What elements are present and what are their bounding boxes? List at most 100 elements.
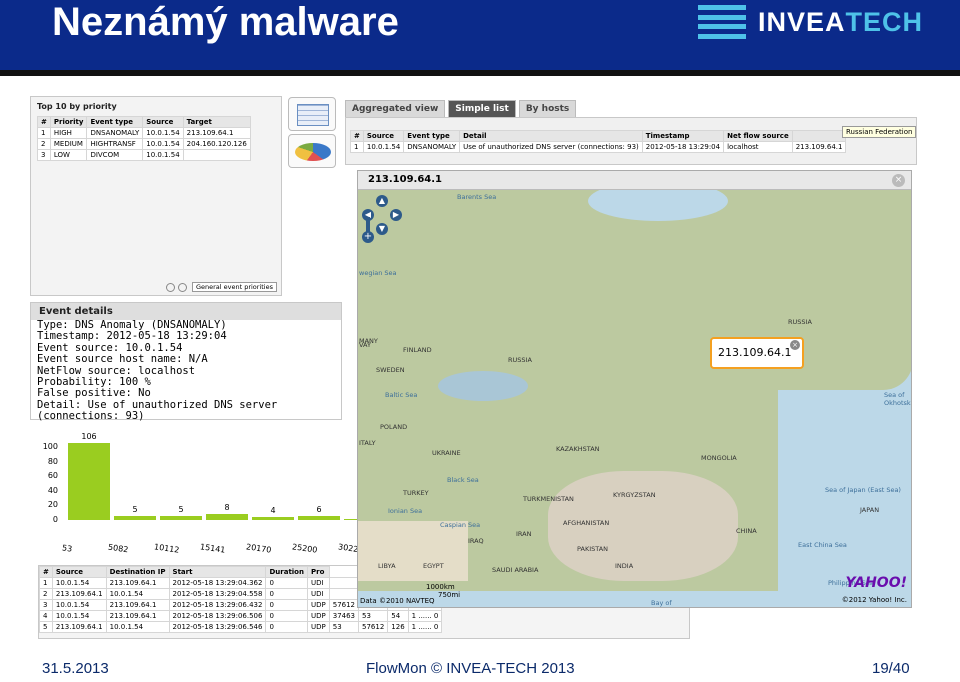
column-header[interactable]: Event type <box>403 130 461 142</box>
map-country-label: SAUDI ARABIA <box>492 566 539 574</box>
table-row[interactable]: 4 10.0.1.54 213.109.64.1 2012-05-18 13:29:0… <box>39 610 443 622</box>
table-cell: 0 <box>265 577 308 589</box>
table-cell: 213.109.64.1 <box>105 577 170 589</box>
column-header[interactable]: Duration <box>265 566 308 578</box>
histogram-bar[interactable] <box>114 516 156 520</box>
table-row[interactable]: 1 HIGH DNSANOMALY 10.0.1.54 213.109.64.1 <box>37 127 251 139</box>
map-country-label: LIBYA <box>378 562 396 570</box>
column-header[interactable]: Source <box>142 116 184 128</box>
column-header[interactable]: # <box>37 116 51 128</box>
column-header[interactable]: Detail <box>459 130 643 142</box>
column-header[interactable]: Source <box>362 130 405 142</box>
map-country-label: UKRAINE <box>432 449 461 457</box>
popup-close-icon[interactable]: × <box>790 340 800 350</box>
spreadsheet-icon <box>297 104 329 126</box>
x-tick-label: 20170 <box>245 542 272 555</box>
map-country-label: JAPAN <box>860 506 880 514</box>
map-country-label: KYRGYZSTAN <box>613 491 656 499</box>
map-data-credit: Data ©2010 NAVTEQ <box>360 597 435 605</box>
table-cell: 53 <box>358 610 389 622</box>
top10-title: Top 10 by priority <box>37 102 117 111</box>
table-cell: 213.109.64.1 <box>51 588 107 600</box>
column-header[interactable]: # <box>39 566 53 578</box>
table-view-button[interactable] <box>288 97 336 131</box>
bar-value-label: 4 <box>270 506 276 516</box>
table-cell: 213.109.64.1 <box>182 127 251 139</box>
pan-up-icon[interactable]: ▲ <box>376 195 388 207</box>
table-cell: 2012-05-18 13:29:04 <box>641 141 725 153</box>
histogram-bar[interactable] <box>68 442 110 520</box>
map-sea-label: Sea of Japan (East Sea) <box>825 486 901 494</box>
table-cell: UDI <box>306 588 330 600</box>
map-sea-label: East China Sea <box>798 541 847 549</box>
histogram-bar[interactable] <box>206 514 248 520</box>
table-cell: 0 <box>265 610 308 622</box>
map-country-label: AFGHANISTAN <box>563 519 610 527</box>
column-header[interactable]: Event type <box>86 116 144 128</box>
table-cell: LOW <box>49 149 88 161</box>
chart-view-button[interactable] <box>288 134 336 168</box>
table-row[interactable]: 5 213.109.64.1 10.0.1.54 2012-05-18 13:29:0… <box>39 621 443 633</box>
table-cell: 126 <box>387 621 409 633</box>
close-icon[interactable]: × <box>892 174 905 187</box>
y-tick-label: 40 <box>47 485 58 495</box>
table-cell: 2012-05-18 13:29:06.546 <box>168 621 267 633</box>
zoom-in-icon[interactable]: + <box>362 231 374 243</box>
column-header[interactable]: Target <box>182 116 251 128</box>
map-country-label: EGYPT <box>423 562 444 570</box>
pan-right-icon[interactable]: ▶ <box>390 209 402 221</box>
histogram-bar[interactable] <box>160 516 202 520</box>
table-row[interactable]: 1 10.0.1.54 DNSANOMALY Use of unauthorized … <box>350 141 847 153</box>
country-tooltip: Russian Federation <box>842 126 917 138</box>
slide-title: Neznámý malware <box>52 0 399 44</box>
map-country-label: ITALY <box>359 439 376 447</box>
table-cell: 213.109.64.1 <box>791 141 847 153</box>
port-histogram: 0 20 40 60 80 100 106 53 5 5082 5 10112 8 15141 4 20170… <box>30 424 386 560</box>
table-cell: 2012-05-18 13:29:06.432 <box>168 599 267 611</box>
logo-bars-icon <box>698 5 746 39</box>
column-header[interactable]: Destination IP <box>105 566 170 578</box>
histogram-bar[interactable] <box>252 517 294 520</box>
y-tick-label: 0 <box>52 515 58 524</box>
header-divider <box>0 70 960 76</box>
table-cell: 3 <box>39 599 53 611</box>
column-header[interactable]: Priority <box>49 116 88 128</box>
tab-by-hosts[interactable]: By hosts <box>518 100 577 117</box>
top10-footer: General event priorities <box>165 282 277 292</box>
histogram-bar[interactable] <box>298 515 340 520</box>
pan-down-icon[interactable]: ▼ <box>376 223 388 235</box>
y-tick-label: 20 <box>47 500 58 510</box>
settings-icon[interactable] <box>177 282 187 292</box>
table-row[interactable]: 3 LOW DIVCOM 10.0.1.54 <box>37 149 251 161</box>
column-header[interactable]: # <box>350 130 364 142</box>
tab-simple-list[interactable]: Simple list <box>448 100 516 117</box>
logo-word-a: INVEA <box>758 6 846 37</box>
map-sea-label: Barents Sea <box>457 193 497 201</box>
map-country-label: FINLAND <box>403 346 432 354</box>
tab-aggregated-view[interactable]: Aggregated view <box>345 100 446 117</box>
table-cell <box>182 149 251 161</box>
bar-value-label: 6 <box>316 504 322 514</box>
view-tabs: Aggregated view Simple list By hosts <box>345 100 579 117</box>
table-cell: 10.0.1.54 <box>105 588 170 600</box>
pie-chart-icon <box>295 143 331 161</box>
map-country-label: RUSSIA <box>788 318 812 326</box>
footer-date: 31.5.2013 <box>42 660 109 677</box>
map-window[interactable]: 213.109.64.1 × ▲ ◀ ▶ ▼ + RUSSIA RUSSIA FIN… <box>357 170 912 608</box>
column-header[interactable]: Pro <box>306 566 330 578</box>
table-cell: UDP <box>306 599 330 611</box>
priority-select[interactable]: General event priorities <box>191 282 277 292</box>
table-row[interactable]: 2 MEDIUM HIGHTRANSF 10.0.1.54 204.160.120.12… <box>37 138 251 150</box>
table-cell: 10.0.1.54 <box>142 138 184 150</box>
table-cell: 0 <box>265 621 308 633</box>
map-country-label: PAKISTAN <box>577 545 609 553</box>
column-header[interactable]: Source <box>51 566 107 578</box>
column-header[interactable]: Net flow source <box>723 130 793 142</box>
y-tick-label: 80 <box>47 456 58 466</box>
table-cell: 3 <box>37 149 51 161</box>
bar-value-label: 106 <box>81 431 97 441</box>
column-header[interactable]: Start <box>168 566 267 578</box>
refresh-icon[interactable] <box>165 282 175 292</box>
map-title: 213.109.64.1 <box>358 171 911 190</box>
column-header[interactable]: Timestamp <box>641 130 725 142</box>
